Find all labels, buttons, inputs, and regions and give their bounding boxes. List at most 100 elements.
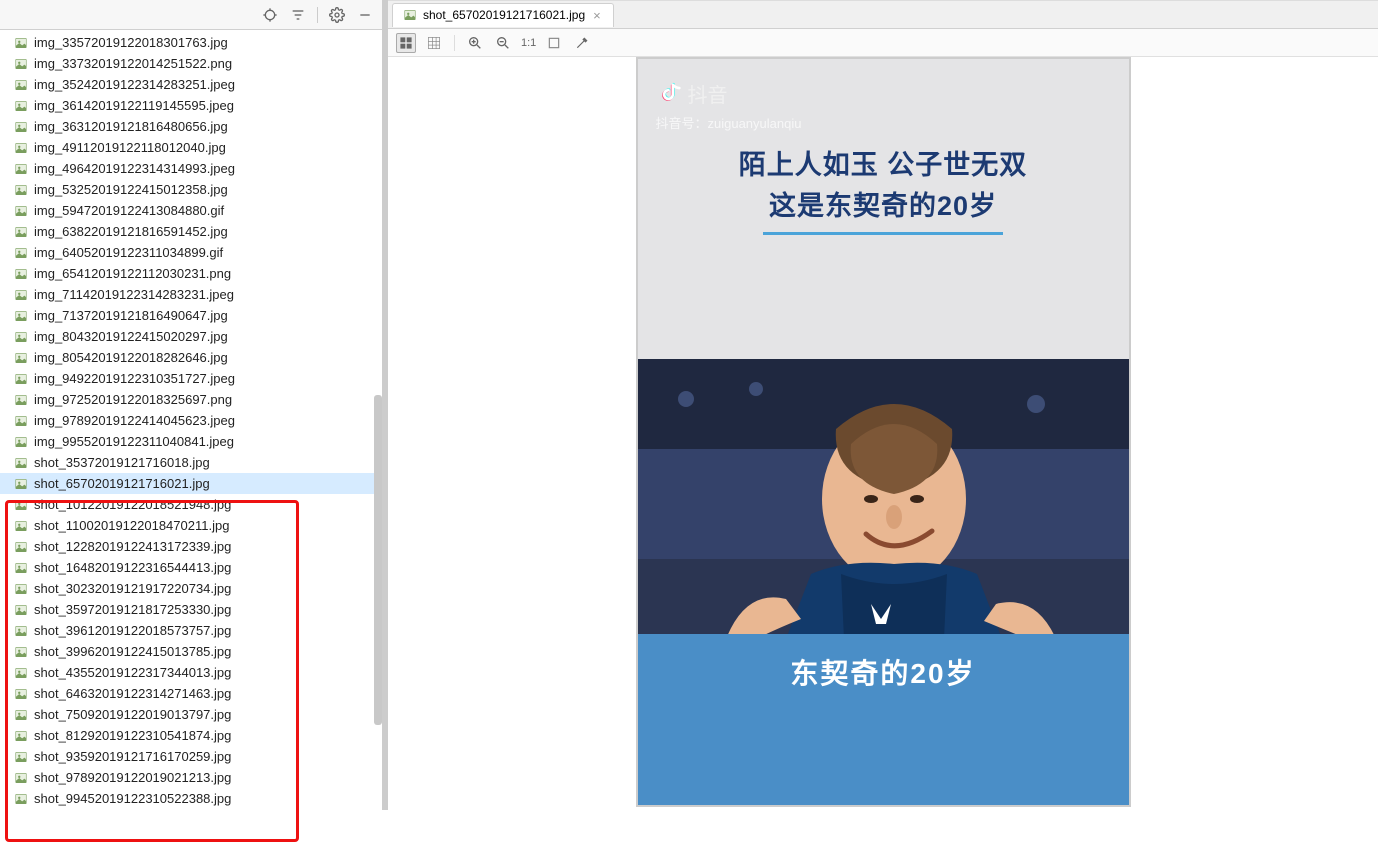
image-file-icon	[14, 57, 28, 71]
file-name: img_36312019121816480656.jpg	[34, 119, 228, 134]
image-file-icon	[14, 288, 28, 302]
minimize-icon[interactable]	[356, 6, 374, 24]
image-file-icon	[14, 582, 28, 596]
image-file-icon	[14, 624, 28, 638]
image-file-icon	[14, 456, 28, 470]
viewer-toolbar: 1:1	[388, 29, 1378, 57]
file-name: shot_99452019122310522388.jpg	[34, 791, 231, 806]
image-file-icon	[14, 99, 28, 113]
image-file-icon	[14, 792, 28, 806]
file-item[interactable]: img_36142019122119145595.jpeg	[0, 95, 382, 116]
image-file-icon	[14, 120, 28, 134]
file-item[interactable]: shot_64632019122314271463.jpg	[0, 683, 382, 704]
filter-icon[interactable]	[289, 6, 307, 24]
file-name: shot_39612019122018573757.jpg	[34, 623, 231, 638]
file-name: shot_12282019122413172339.jpg	[34, 539, 231, 554]
file-list[interactable]: img_33572019122018301763.jpg img_33732019…	[0, 30, 382, 810]
file-item[interactable]: shot_10122019122018521948.jpg	[0, 494, 382, 515]
image-file-icon	[14, 561, 28, 575]
file-item[interactable]: shot_39612019122018573757.jpg	[0, 620, 382, 641]
title-line-2: 这是东契奇的20岁	[638, 186, 1129, 227]
file-name: img_35242019122314283251.jpeg	[34, 77, 235, 92]
file-item[interactable]: shot_93592019121716170259.jpg	[0, 746, 382, 767]
zoom-out-icon[interactable]	[493, 33, 513, 53]
file-item[interactable]: img_35242019122314283251.jpeg	[0, 74, 382, 95]
zoom-actual-size[interactable]: 1:1	[521, 37, 536, 49]
file-name: img_97252019122018325697.png	[34, 392, 232, 407]
file-item[interactable]: img_64052019122311034899.gif	[0, 242, 382, 263]
file-item[interactable]: shot_16482019122316544413.jpg	[0, 557, 382, 578]
file-item[interactable]: shot_65702019121716021.jpg	[0, 473, 382, 494]
sidebar-toolbar	[0, 0, 382, 30]
image-file-icon	[14, 687, 28, 701]
file-name: shot_35972019121817253330.jpg	[34, 602, 231, 617]
file-name: shot_65702019121716021.jpg	[34, 476, 210, 491]
file-item[interactable]: shot_30232019121917220734.jpg	[0, 578, 382, 599]
tab-bar: shot_65702019121716021.jpg ×	[388, 1, 1378, 29]
file-item[interactable]: img_33572019122018301763.jpg	[0, 32, 382, 53]
file-item[interactable]: shot_75092019122019013797.jpg	[0, 704, 382, 725]
gear-icon[interactable]	[328, 6, 346, 24]
file-name: img_65412019122112030231.png	[34, 266, 231, 281]
tab-active[interactable]: shot_65702019121716021.jpg ×	[392, 3, 614, 27]
file-item[interactable]: img_63822019121816591452.jpg	[0, 221, 382, 242]
image-file-icon	[14, 771, 28, 785]
file-item[interactable]: shot_11002019122018470211.jpg	[0, 515, 382, 536]
file-item[interactable]: img_49112019122118012040.jpg	[0, 137, 382, 158]
file-item[interactable]: shot_99452019122310522388.jpg	[0, 788, 382, 809]
zoom-in-icon[interactable]	[465, 33, 485, 53]
file-name: img_33732019122014251522.png	[34, 56, 232, 71]
grid-icon[interactable]	[424, 33, 444, 53]
file-item[interactable]: img_53252019122415012358.jpg	[0, 179, 382, 200]
file-item[interactable]: shot_35972019121817253330.jpg	[0, 599, 382, 620]
file-item[interactable]: img_33732019122014251522.png	[0, 53, 382, 74]
file-name: shot_75092019122019013797.jpg	[34, 707, 231, 722]
file-item[interactable]: shot_43552019122317344013.jpg	[0, 662, 382, 683]
scrollbar-thumb[interactable]	[374, 395, 382, 725]
image-file-icon	[403, 8, 417, 22]
file-item[interactable]: shot_97892019122019021213.jpg	[0, 767, 382, 788]
fit-window-icon[interactable]	[396, 33, 416, 53]
file-name: shot_93592019121716170259.jpg	[34, 749, 231, 764]
file-item[interactable]: img_59472019122413084880.gif	[0, 200, 382, 221]
file-item[interactable]: shot_12282019122413172339.jpg	[0, 536, 382, 557]
eyedropper-icon[interactable]	[572, 33, 592, 53]
image-file-icon	[14, 246, 28, 260]
file-item[interactable]: shot_35372019121716018.jpg	[0, 452, 382, 473]
image-preview: 抖音 抖音号：zuiguanyulanqiu 陌上人如玉 公子世无双 这是东契奇…	[636, 57, 1131, 807]
image-file-icon	[14, 162, 28, 176]
file-name: img_53252019122415012358.jpg	[34, 182, 228, 197]
tab-close-icon[interactable]: ×	[591, 8, 603, 23]
file-item[interactable]: img_97892019122414045623.jpeg	[0, 410, 382, 431]
image-file-icon	[14, 267, 28, 281]
image-file-icon	[14, 498, 28, 512]
file-name: shot_11002019122018470211.jpg	[34, 518, 229, 533]
target-icon[interactable]	[261, 6, 279, 24]
file-item[interactable]: shot_81292019122310541874.jpg	[0, 725, 382, 746]
file-item[interactable]: img_71372019121816490647.jpg	[0, 305, 382, 326]
image-file-icon	[14, 435, 28, 449]
file-item[interactable]: img_94922019122310351727.jpeg	[0, 368, 382, 389]
file-item[interactable]: img_36312019121816480656.jpg	[0, 116, 382, 137]
file-item[interactable]: img_80432019122415020297.jpg	[0, 326, 382, 347]
file-item[interactable]: img_99552019122311040841.jpeg	[0, 431, 382, 452]
file-item[interactable]: img_65412019122112030231.png	[0, 263, 382, 284]
file-name: img_99552019122311040841.jpeg	[34, 434, 234, 449]
image-viewer[interactable]: 抖音 抖音号：zuiguanyulanqiu 陌上人如玉 公子世无双 这是东契奇…	[388, 57, 1378, 810]
file-item[interactable]: shot_39962019122415013785.jpg	[0, 641, 382, 662]
image-file-icon	[14, 645, 28, 659]
file-item[interactable]: img_71142019122314283231.jpeg	[0, 284, 382, 305]
image-file-icon	[14, 519, 28, 533]
file-name: img_36142019122119145595.jpeg	[34, 98, 234, 113]
file-item[interactable]: img_49642019122314314993.jpeg	[0, 158, 382, 179]
fit-screen-icon[interactable]	[544, 33, 564, 53]
image-file-icon	[14, 729, 28, 743]
douyin-account-id: 抖音号：zuiguanyulanqiu	[656, 113, 802, 132]
image-file-icon	[14, 603, 28, 617]
file-item[interactable]: img_97252019122018325697.png	[0, 389, 382, 410]
file-name: img_63822019121816591452.jpg	[34, 224, 228, 239]
image-file-icon	[14, 330, 28, 344]
file-name: img_59472019122413084880.gif	[34, 203, 224, 218]
file-name: img_80432019122415020297.jpg	[34, 329, 228, 344]
file-item[interactable]: img_80542019122018282646.jpg	[0, 347, 382, 368]
